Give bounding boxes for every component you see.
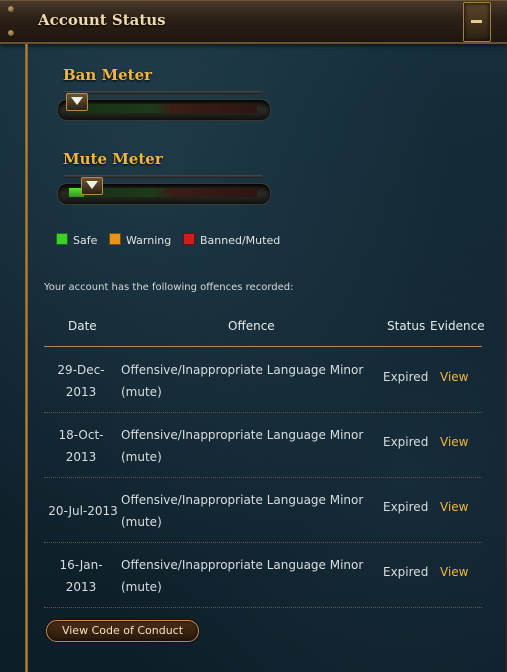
panel-title: Account Status — [38, 11, 166, 29]
legend-item-warning: Warning — [109, 233, 171, 247]
offences-intro: Your account has the following offences … — [44, 282, 294, 293]
view-evidence-link[interactable]: View — [440, 435, 468, 449]
mute-meter — [57, 175, 271, 205]
offence-description: Offensive/Inappropriate Language Minor (m… — [121, 558, 364, 594]
ban-meter — [57, 91, 271, 121]
offence-description: Offensive/Inappropriate Language Minor (m… — [121, 428, 364, 464]
column-header-evidence: Evidence — [430, 319, 485, 333]
collapse-button[interactable] — [463, 2, 491, 42]
banned-swatch-icon — [183, 233, 195, 245]
left-rail — [25, 44, 28, 672]
view-evidence-link[interactable]: View — [440, 565, 468, 579]
ban-meter-title: Ban Meter — [63, 66, 153, 84]
minus-icon — [471, 20, 482, 23]
view-evidence-link[interactable]: View — [440, 370, 468, 384]
offence-status: Expired — [383, 370, 429, 384]
offence-date: 18-Oct- 2013 — [58, 428, 104, 464]
mute-meter-pointer-icon — [81, 177, 103, 195]
table-row: 20-Jul-2013 Offensive/Inappropriate Lang… — [44, 478, 482, 543]
row-divider — [44, 606, 482, 608]
legend-item-safe: Safe — [56, 233, 97, 247]
safe-swatch-icon — [56, 233, 68, 245]
column-header-status: Status — [387, 319, 426, 333]
offence-date: 20-Jul-2013 — [48, 504, 118, 518]
panel-header: Account Status — [0, 0, 507, 44]
account-status-panel: Account Status Ban Meter Mute Meter Safe… — [0, 0, 507, 672]
table-row: 29-Dec- 2013 Offensive/Inappropriate Lang… — [44, 348, 482, 413]
legend-item-banned-muted: Banned/Muted — [183, 233, 280, 247]
column-header-date: Date — [68, 319, 97, 333]
mute-meter-title: Mute Meter — [63, 150, 163, 168]
offence-status: Expired — [383, 565, 429, 579]
table-row: 18-Oct- 2013 Offensive/Inappropriate Lang… — [44, 413, 482, 478]
table-header-divider — [44, 346, 482, 347]
offence-date: 16-Jan- 2013 — [59, 558, 103, 594]
warning-swatch-icon — [109, 233, 121, 245]
rivet-icon — [8, 6, 14, 12]
view-code-of-conduct-button[interactable]: View Code of Conduct — [46, 620, 199, 642]
offence-status: Expired — [383, 435, 429, 449]
offence-description: Offensive/Inappropriate Language Minor (m… — [121, 493, 364, 529]
offence-description: Offensive/Inappropriate Language Minor (m… — [121, 363, 364, 399]
offence-date: 29-Dec- 2013 — [57, 363, 105, 399]
ban-meter-bar — [69, 104, 257, 113]
ban-meter-pointer-icon — [66, 93, 88, 111]
offence-status: Expired — [383, 500, 429, 514]
view-evidence-link[interactable]: View — [440, 500, 468, 514]
table-row: 16-Jan- 2013 Offensive/Inappropriate Lang… — [44, 543, 482, 608]
rivet-icon — [8, 30, 14, 36]
column-header-offence: Offence — [228, 319, 275, 333]
